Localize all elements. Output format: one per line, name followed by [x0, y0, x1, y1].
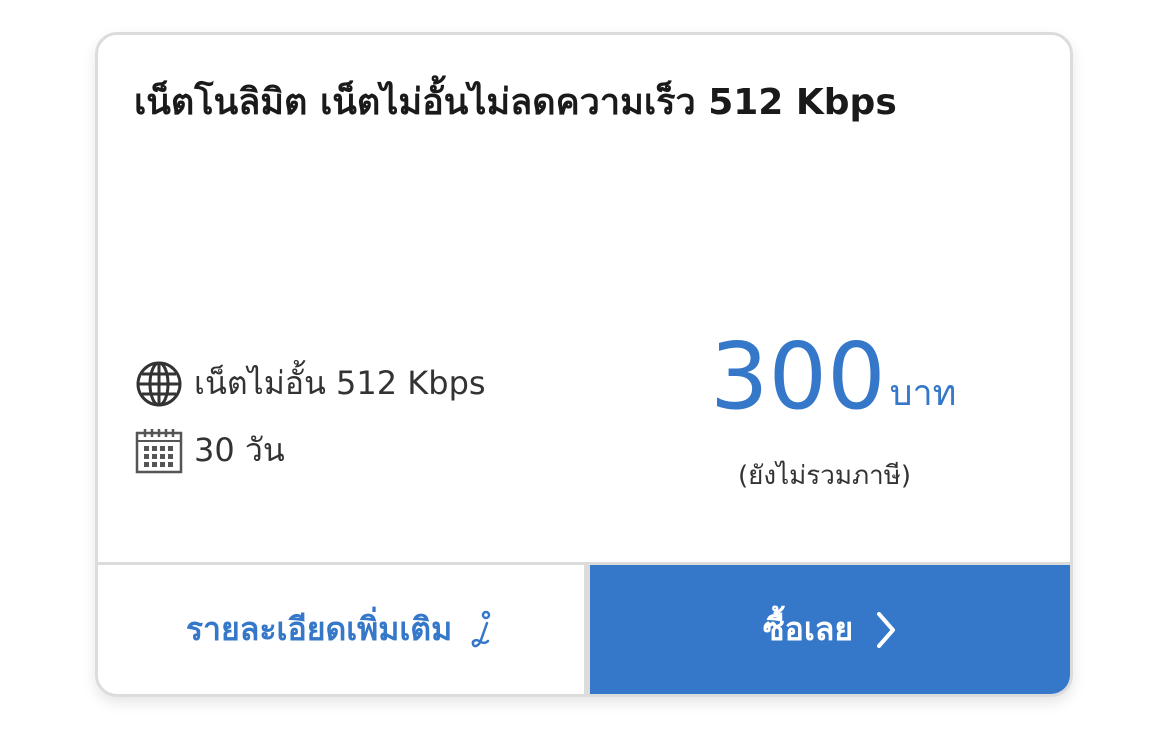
package-title: เน็ตโนลิมิต เน็ตไม่อั้นไม่ลดความเร็ว 512…: [134, 82, 897, 123]
feature-speed: เน็ตไม่อั้น 512 Kbps: [134, 358, 486, 409]
price-note: (ยังไม่รวมภาษี): [738, 461, 912, 491]
package-card: เน็ตโนลิมิต เน็ตไม่อั้นไม่ลดความเร็ว 512…: [95, 32, 1073, 697]
details-button[interactable]: รายละเอียดเพิ่มเติม: [98, 565, 584, 694]
details-button-label: รายละเอียดเพิ่มเติม: [185, 610, 453, 648]
buy-button[interactable]: ซื้อเลย: [590, 565, 1070, 694]
calendar-icon: [134, 426, 184, 476]
info-icon: [470, 610, 496, 650]
buy-button-label: ซื้อเลย: [762, 610, 854, 648]
chevron-right-icon: [875, 610, 897, 650]
card-actions: รายละเอียดเพิ่มเติม ซื้อเลย: [98, 565, 1070, 694]
price-amount: 300: [710, 323, 886, 430]
feature-duration: 30 วัน: [134, 425, 285, 476]
price: 300 บาท: [710, 331, 956, 423]
feature-duration-text: 30 วัน: [194, 431, 285, 469]
globe-icon: [134, 359, 184, 409]
price-unit: บาท: [889, 373, 957, 414]
feature-speed-text: เน็ตไม่อั้น 512 Kbps: [194, 364, 486, 402]
